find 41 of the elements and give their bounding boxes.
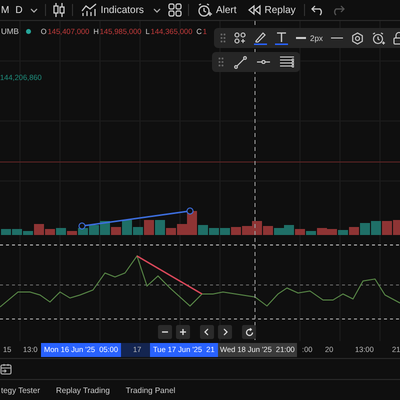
candlestick-icon[interactable] bbox=[52, 2, 66, 18]
line-width-button[interactable]: 2px bbox=[296, 34, 323, 42]
zoom-in-button[interactable] bbox=[176, 325, 190, 339]
grid-icon[interactable] bbox=[168, 3, 182, 17]
rewind-icon bbox=[246, 4, 260, 16]
panel-tab[interactable]: Replay Trading bbox=[56, 386, 110, 394]
scroll-right-button[interactable] bbox=[218, 325, 232, 339]
lines-icon[interactable] bbox=[280, 56, 294, 68]
horizontal-line-icon[interactable] bbox=[257, 59, 270, 65]
status-dot bbox=[26, 29, 31, 34]
trend-line-icon[interactable] bbox=[234, 56, 247, 68]
panel-tab[interactable]: tegy Tester bbox=[1, 386, 40, 394]
line-style-icon[interactable] bbox=[330, 36, 343, 40]
chevron-left-icon bbox=[203, 328, 211, 336]
timeframe-button[interactable]: D bbox=[15, 4, 23, 16]
reset-button[interactable] bbox=[242, 325, 256, 339]
trend-line[interactable] bbox=[136, 255, 202, 295]
pencil-icon[interactable] bbox=[254, 31, 267, 45]
symbol-name[interactable]: UMB bbox=[1, 27, 19, 36]
lock-icon[interactable] bbox=[392, 32, 400, 44]
drag-handle-icon[interactable] bbox=[218, 57, 224, 67]
shapes-icon[interactable] bbox=[234, 32, 246, 44]
trend-line[interactable] bbox=[78, 208, 194, 230]
alarm-clock-icon[interactable] bbox=[372, 32, 385, 44]
chart-icon bbox=[80, 3, 97, 17]
calendar-icon[interactable] bbox=[0, 363, 12, 375]
plus-icon bbox=[179, 328, 187, 336]
indicators-button[interactable]: Indicators bbox=[78, 3, 146, 17]
chevron-right-icon bbox=[221, 328, 229, 336]
alert-button[interactable]: Alert bbox=[194, 2, 238, 18]
timeframe-button[interactable]: M bbox=[1, 4, 10, 16]
scroll-left-button[interactable] bbox=[200, 325, 214, 339]
panel-tab[interactable]: Trading Panel bbox=[126, 386, 176, 394]
settings-icon[interactable] bbox=[350, 32, 364, 44]
zoom-out-button[interactable] bbox=[158, 325, 172, 339]
text-color-icon[interactable] bbox=[275, 31, 288, 45]
alarm-clock-icon bbox=[196, 2, 212, 18]
replay-button[interactable]: Replay bbox=[244, 4, 298, 16]
reset-icon bbox=[244, 328, 254, 336]
undo-icon[interactable] bbox=[310, 4, 325, 16]
drag-handle-icon[interactable] bbox=[220, 33, 226, 43]
